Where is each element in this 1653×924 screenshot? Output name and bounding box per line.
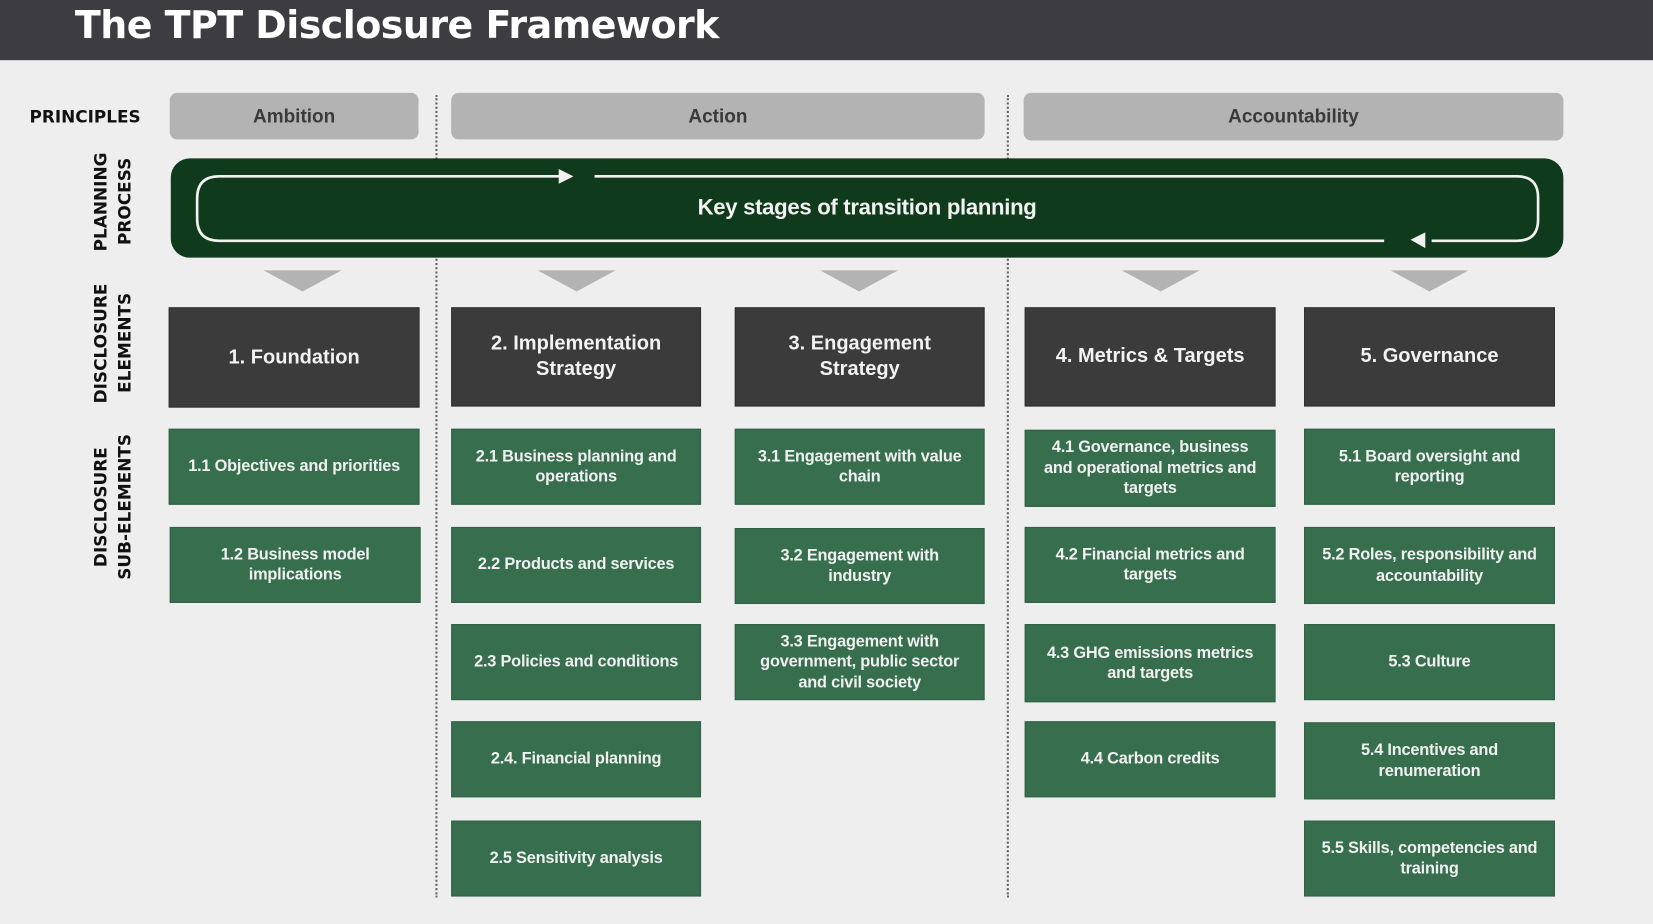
sub-element-2-4: 2.4. Financial planning (451, 721, 702, 798)
sub-element-4-4: 4.4 Carbon credits (1024, 721, 1276, 798)
element-engagement-strategy: 3. Engagement Strategy (734, 307, 985, 407)
row-label-planning-line2: PROCESS (114, 158, 135, 246)
sub-element-1-1: 1.1 Objectives and priorities (168, 428, 420, 505)
row-label-sub-line2: SUB-ELEMENTS (114, 433, 135, 580)
sub-element-4-1: 4.1 Governance, business and operational… (1024, 429, 1276, 507)
principle-action: Action (451, 92, 985, 140)
sub-element-2-5: 2.5 Sensitivity analysis (451, 820, 702, 897)
chevron-down-icon (537, 270, 616, 292)
sub-element-5-1: 5.1 Board oversight and reporting (1304, 428, 1555, 505)
element-foundation: 1. Foundation (168, 307, 420, 408)
principle-accountability: Accountability (1023, 92, 1564, 141)
row-label-elements-line2: ELEMENTS (114, 293, 135, 394)
sub-element-3-2: 3.2 Engagement with industry (734, 528, 985, 605)
row-label-disclosure-elements: DISCLOSURE ELEMENTS (89, 283, 137, 403)
sub-element-2-2: 2.2 Products and services (451, 526, 702, 603)
row-label-elements-line1: DISCLOSURE (90, 283, 111, 404)
sub-element-4-2: 4.2 Financial metrics and targets (1024, 526, 1276, 603)
row-label-sub-line1: DISCLOSURE (90, 446, 111, 567)
row-label-disclosure-sub-elements: DISCLOSURE SUB-ELEMENTS (89, 433, 137, 581)
row-label-principles: PRINCIPLES (29, 106, 141, 127)
sub-element-2-3: 2.3 Policies and conditions (451, 624, 702, 701)
sub-element-5-2: 5.2 Roles, responsibility and accountabi… (1304, 526, 1555, 605)
row-label-planning-line1: PLANNING (90, 152, 111, 252)
sub-element-5-5: 5.5 Skills, competencies and training (1304, 820, 1555, 897)
page-title: The TPT Disclosure Framework (74, 4, 720, 48)
element-governance: 5. Governance (1304, 307, 1555, 407)
sub-element-4-3: 4.3 GHG emissions metrics and targets (1024, 624, 1276, 703)
sub-element-2-1: 2.1 Business planning and operations (451, 428, 702, 505)
sub-element-5-3: 5.3 Culture (1304, 624, 1555, 701)
header-bar: The TPT Disclosure Framework (0, 0, 1653, 61)
chevron-down-icon (820, 270, 899, 292)
chevron-down-icon (1121, 270, 1200, 292)
planning-process-label: Key stages of transition planning (697, 195, 1037, 220)
tpt-framework-diagram: The TPT Disclosure Framework PRINCIPLES … (0, 0, 1653, 924)
chevron-down-icon (1390, 270, 1469, 292)
chevron-down-icon (263, 270, 342, 292)
row-label-planning-process: PLANNING PROCESS (89, 151, 137, 252)
element-metrics-targets: 4. Metrics & Targets (1024, 307, 1276, 407)
principle-ambition: Ambition (169, 92, 419, 140)
sub-element-5-4: 5.4 Incentives and renumeration (1304, 722, 1555, 800)
element-implementation-strategy: 2. Implementation Strategy (451, 307, 702, 407)
sub-element-3-3: 3.3 Engagement with government, public s… (734, 624, 985, 701)
sub-element-3-1: 3.1 Engagement with value chain (734, 428, 985, 505)
sub-element-1-2: 1.2 Business model implications (169, 526, 421, 603)
